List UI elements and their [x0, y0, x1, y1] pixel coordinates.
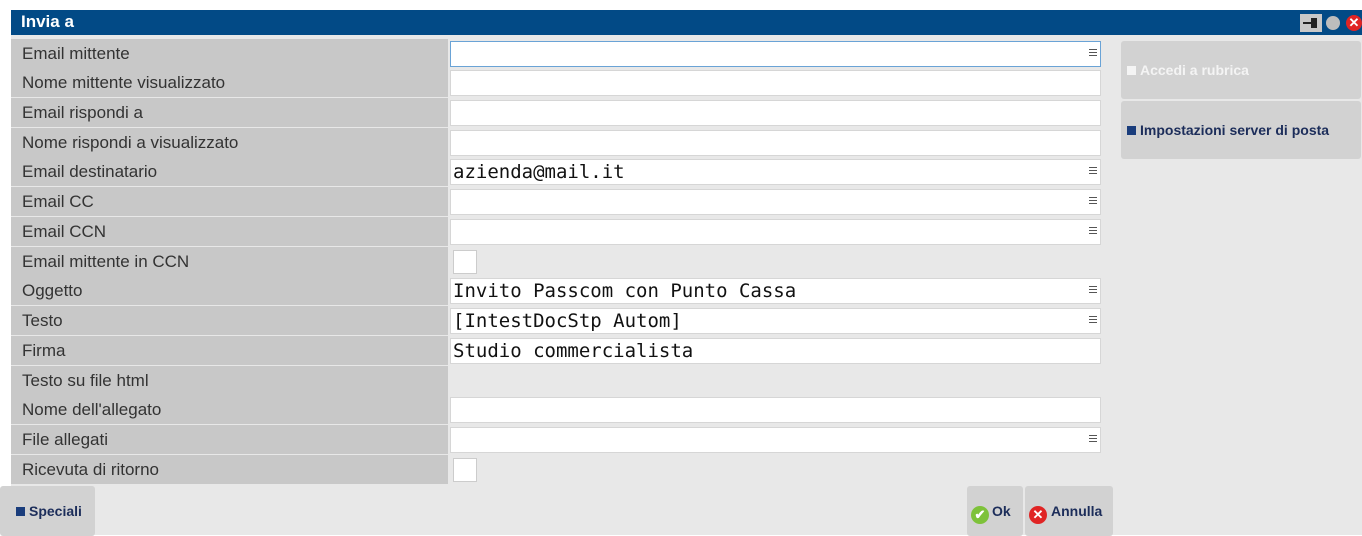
- label-email-ccn: Email CCN: [11, 217, 448, 246]
- testo-field[interactable]: [IntestDocStp Autom]: [450, 308, 1101, 334]
- label-email-mittente: Email mittente: [11, 39, 448, 68]
- row-oggetto: Oggetto Invito Passcom con Punto Cassa: [11, 276, 1115, 305]
- accedi-rubrica-label: Accedi a rubrica: [1140, 62, 1249, 78]
- speciali-button[interactable]: Speciali: [0, 486, 95, 536]
- testo-value: [IntestDocStp Autom]: [453, 310, 682, 332]
- row-file-allegati: File allegati: [11, 425, 1115, 454]
- square-icon: [1127, 126, 1136, 135]
- label-testo-html: Testo su file html: [11, 366, 448, 395]
- label-email-mittente-ccn: Email mittente in CCN: [11, 247, 448, 276]
- oggetto-field[interactable]: Invito Passcom con Punto Cassa: [450, 278, 1101, 304]
- email-form: Email mittente Nome mittente visualizzat…: [11, 35, 1115, 485]
- firma-field[interactable]: Studio commercialista: [450, 338, 1101, 364]
- check-icon: ✔: [971, 506, 989, 524]
- ricevuta-ritorno-checkbox[interactable]: [453, 458, 477, 482]
- invia-a-window: Invia a ✕ Email mittente Nome mittente v…: [0, 10, 1362, 536]
- ok-button[interactable]: ✔ Ok: [967, 486, 1023, 536]
- menu-icon[interactable]: [1089, 227, 1097, 237]
- nome-mittente-field[interactable]: [450, 70, 1101, 96]
- impostazioni-server-button[interactable]: Impostazioni server di posta: [1121, 101, 1361, 159]
- email-mittente-ccn-checkbox[interactable]: [453, 250, 477, 274]
- row-nome-mittente: Nome mittente visualizzato: [11, 68, 1115, 97]
- square-icon: [1127, 66, 1136, 75]
- label-nome-rispondi: Nome rispondi a visualizzato: [11, 128, 448, 157]
- email-cc-field[interactable]: [450, 189, 1101, 215]
- row-email-destinatario: Email destinatario azienda@mail.it: [11, 157, 1115, 186]
- email-ccn-field[interactable]: [450, 219, 1101, 245]
- annulla-button[interactable]: ✕ Annulla: [1025, 486, 1113, 536]
- menu-icon[interactable]: [1089, 197, 1097, 207]
- row-ricevuta-ritorno: Ricevuta di ritorno: [11, 455, 1115, 484]
- email-destinatario-field[interactable]: azienda@mail.it: [450, 159, 1101, 185]
- email-mittente-field[interactable]: [450, 41, 1101, 67]
- menu-icon[interactable]: [1089, 49, 1097, 59]
- file-allegati-field[interactable]: [450, 427, 1101, 453]
- title-bar[interactable]: Invia a ✕: [11, 10, 1362, 35]
- nome-allegato-field[interactable]: [450, 397, 1101, 423]
- row-testo-html: Testo su file html: [11, 366, 1115, 395]
- row-nome-rispondi: Nome rispondi a visualizzato: [11, 128, 1115, 157]
- circle-icon[interactable]: [1326, 15, 1340, 30]
- window-title: Invia a: [21, 12, 74, 31]
- label-firma: Firma: [11, 336, 448, 365]
- x-icon: ✕: [1029, 506, 1047, 524]
- firma-value: Studio commercialista: [453, 340, 694, 362]
- row-nome-allegato: Nome dell'allegato: [11, 395, 1115, 424]
- square-icon: [16, 507, 25, 516]
- label-ricevuta-ritorno: Ricevuta di ritorno: [11, 455, 448, 484]
- oggetto-value: Invito Passcom con Punto Cassa: [453, 280, 797, 302]
- menu-icon[interactable]: [1089, 286, 1097, 296]
- row-firma: Firma Studio commercialista: [11, 336, 1115, 365]
- annulla-label: Annulla: [1051, 503, 1103, 519]
- speciali-label: Speciali: [29, 503, 82, 519]
- close-icon[interactable]: ✕: [1346, 14, 1362, 31]
- email-destinatario-value: azienda@mail.it: [453, 161, 625, 183]
- row-email-rispondi: Email rispondi a: [11, 98, 1115, 127]
- email-rispondi-field[interactable]: [450, 100, 1101, 126]
- label-nome-allegato: Nome dell'allegato: [11, 395, 448, 424]
- window-controls: ✕: [1300, 13, 1362, 32]
- row-email-mittente: Email mittente: [11, 39, 1115, 68]
- menu-icon[interactable]: [1089, 435, 1097, 445]
- accedi-rubrica-button[interactable]: Accedi a rubrica: [1121, 41, 1361, 99]
- label-oggetto: Oggetto: [11, 276, 448, 305]
- nome-rispondi-field[interactable]: [450, 130, 1101, 156]
- row-email-mittente-ccn: Email mittente in CCN: [11, 247, 1115, 276]
- row-testo: Testo [IntestDocStp Autom]: [11, 306, 1115, 335]
- ok-label: Ok: [992, 503, 1011, 519]
- row-email-cc: Email CC: [11, 187, 1115, 216]
- pin-icon[interactable]: [1300, 13, 1322, 32]
- label-email-destinatario: Email destinatario: [11, 157, 448, 186]
- label-testo: Testo: [11, 306, 448, 335]
- label-file-allegati: File allegati: [11, 425, 448, 454]
- row-email-ccn: Email CCN: [11, 217, 1115, 246]
- impostazioni-server-label: Impostazioni server di posta: [1140, 122, 1330, 138]
- label-email-cc: Email CC: [11, 187, 448, 216]
- menu-icon[interactable]: [1089, 167, 1097, 177]
- label-nome-mittente: Nome mittente visualizzato: [11, 68, 448, 97]
- menu-icon[interactable]: [1089, 316, 1097, 326]
- label-email-rispondi: Email rispondi a: [11, 98, 448, 127]
